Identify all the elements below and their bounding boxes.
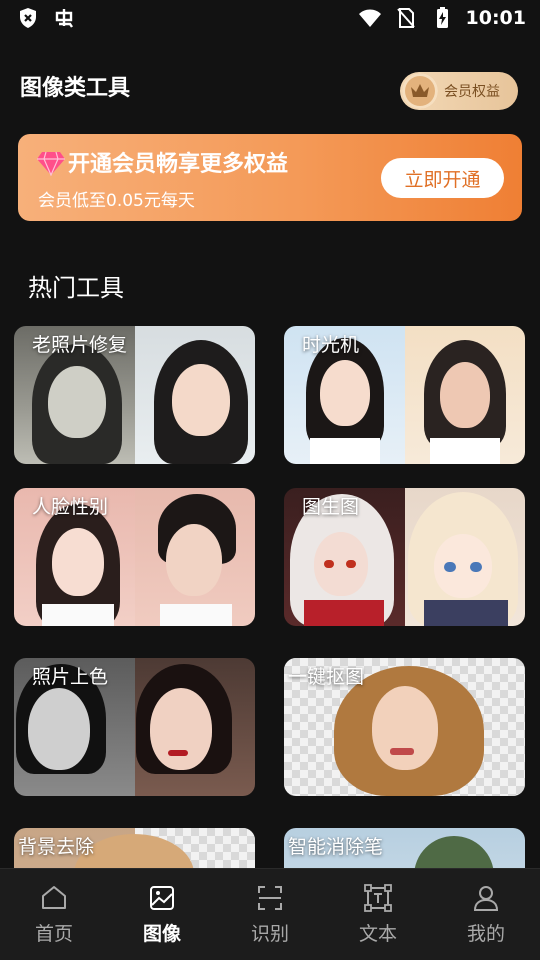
bug-app-icon — [55, 9, 73, 28]
tool-card-one-click-cutout[interactable]: 一键抠图 — [284, 658, 525, 796]
nav-label: 我的 — [466, 923, 505, 945]
scan-icon — [258, 886, 282, 910]
text-frame-icon — [364, 884, 392, 912]
tool-label: 照片上色 — [32, 666, 109, 688]
section-title-hot-tools: 热门工具 — [28, 274, 124, 302]
tool-label: 一键抠图 — [288, 666, 365, 688]
tool-card-photo-colorize[interactable]: 照片上色 — [14, 658, 255, 796]
wifi-icon — [358, 9, 381, 27]
nav-label: 首页 — [34, 923, 73, 945]
banner-subtitle: 会员低至0.05元每天 — [38, 191, 195, 211]
vip-benefits-button[interactable]: 会员权益 — [400, 72, 518, 110]
page-title: 图像类工具 — [20, 76, 131, 101]
membership-banner[interactable]: 开通会员畅享更多权益 会员低至0.05元每天 立即开通 — [18, 134, 522, 221]
nav-item-mine[interactable]: 我的 — [432, 869, 540, 960]
user-icon — [473, 886, 499, 911]
tool-card-old-photo-restore[interactable]: 老照片修复 — [14, 326, 255, 464]
tool-card-face-gender[interactable]: 人脸性别 — [14, 488, 255, 626]
diamond-icon — [37, 151, 65, 176]
tool-label: 背景去除 — [18, 836, 95, 858]
nav-label: 图像 — [142, 923, 181, 945]
home-icon — [42, 886, 66, 909]
tool-card-time-machine[interactable]: 时光机 — [284, 326, 525, 464]
battery-charging-icon — [436, 7, 448, 28]
tool-label: 老照片修复 — [32, 334, 128, 356]
nav-item-text[interactable]: 文本 — [324, 869, 432, 960]
tool-label: 图生图 — [302, 496, 360, 518]
status-bar: 10:01 — [0, 0, 540, 38]
clock-time: 10:01 — [465, 7, 526, 29]
nav-item-recognize[interactable]: 识别 — [216, 869, 324, 960]
crown-icon — [402, 73, 438, 109]
nav-label: 识别 — [250, 923, 289, 945]
shield-x-icon — [20, 8, 36, 28]
image-icon — [150, 886, 174, 910]
nav-item-home[interactable]: 首页 — [0, 869, 108, 960]
bottom-navigation: 首页 图像 识别 文本 我的 — [0, 868, 540, 960]
vip-benefits-label: 会员权益 — [444, 84, 500, 100]
open-membership-button[interactable]: 立即开通 — [381, 158, 504, 198]
banner-title: 开通会员畅享更多权益 — [68, 152, 289, 177]
tool-label: 智能消除笔 — [288, 836, 384, 858]
tool-label: 时光机 — [302, 334, 360, 356]
nav-item-image[interactable]: 图像 — [108, 869, 216, 960]
tool-label: 人脸性别 — [32, 496, 109, 518]
no-sim-icon — [396, 8, 415, 28]
tool-card-image-to-image[interactable]: 图生图 — [284, 488, 525, 626]
nav-label: 文本 — [358, 923, 397, 945]
